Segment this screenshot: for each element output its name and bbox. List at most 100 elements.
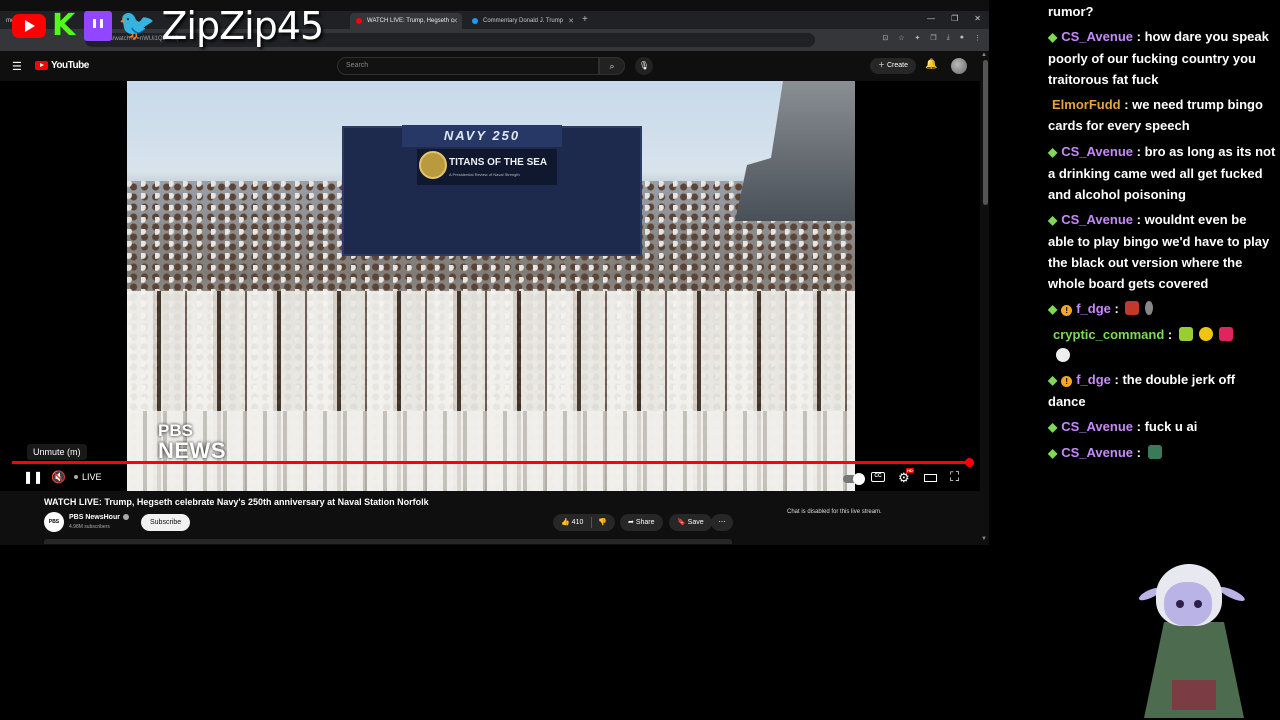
twitch-icon <box>84 11 112 41</box>
thumbs-down-icon[interactable]: 👎 <box>598 514 607 531</box>
streamer-avatar-mascot <box>1137 560 1250 718</box>
profile-icon[interactable]: ● <box>960 34 964 42</box>
emote-icon <box>1218 327 1233 341</box>
maximize-icon[interactable]: ❐ <box>951 14 958 23</box>
chat-username: CS_Avenue <box>1061 419 1134 434</box>
close-tab-icon[interactable]: ✕ <box>452 17 458 25</box>
bookmark-star-icon[interactable]: ☆ <box>898 34 904 42</box>
chat-username: CS_Avenue <box>1061 144 1134 159</box>
twitter-icon: 🐦 <box>118 9 156 42</box>
tab-label: Commentary Donald J. Trump <box>483 18 564 24</box>
more-actions-button[interactable]: ⋯ <box>711 514 733 531</box>
save-button[interactable]: 🔖 Save <box>669 514 712 531</box>
share-icon: ➦ <box>628 519 634 526</box>
subscribe-button[interactable]: Subscribe <box>141 514 191 531</box>
live-dot-icon <box>74 475 78 479</box>
search-input[interactable]: Search <box>337 57 599 75</box>
search-icon: ⌕ <box>609 61 615 71</box>
autoplay-toggle[interactable] <box>843 473 865 485</box>
account-avatar[interactable] <box>951 58 967 74</box>
scroll-up-arrow-icon[interactable]: ▲ <box>981 52 987 58</box>
chat-text: fuck u ai <box>1144 419 1198 434</box>
page-scrollbar-thumb[interactable] <box>983 60 988 205</box>
chat-text: rumor? <box>1048 4 1094 19</box>
browser-toolbar-icons: ⊡ ☆ ✦ ❒ ⤓ ● ⋮ <box>882 34 981 42</box>
coin-badge-icon: ! <box>1061 376 1073 387</box>
close-tab-icon[interactable]: ✕ <box>568 17 574 25</box>
like-button[interactable]: 👍 410 <box>561 519 583 526</box>
muted-volume-icon[interactable]: 🔇 <box>51 470 66 484</box>
chat-message: ◆! f_dge : the double jerk off dance <box>1048 372 1236 409</box>
youtube-logo[interactable]: YouTube <box>35 60 89 71</box>
emote-icon <box>1147 445 1162 459</box>
chat-username: ElmorFudd <box>1052 97 1121 112</box>
extension-icon[interactable]: ✦ <box>915 34 921 42</box>
chat-message: ◆ CS_Avenue : bro as long as its not a dr… <box>1048 144 1276 202</box>
notifications-bell-icon[interactable]: 🔔 <box>925 59 937 70</box>
chat-message: cryptic_command : <box>1048 324 1276 366</box>
video-player[interactable]: NAVY 250 TITANS OF THE SEA A Presidentia… <box>0 81 980 491</box>
pause-icon[interactable]: ❚❚ <box>23 470 43 484</box>
tab-commentary[interactable]: Commentary Donald J. Trump ✕ <box>466 13 578 29</box>
streamer-overlay: K 🐦 ZipZip45 <box>0 4 324 48</box>
chat-username: f_dge <box>1076 372 1111 387</box>
emote-icon <box>1145 301 1154 315</box>
puzzle-icon[interactable]: ❒ <box>930 34 936 42</box>
fullscreen-icon[interactable]: ⛶ <box>950 469 959 485</box>
divider <box>591 517 592 528</box>
close-window-icon[interactable]: ✕ <box>974 14 981 23</box>
create-button[interactable]: ＋ Create <box>870 58 916 74</box>
share-button[interactable]: ➦ Share <box>620 514 663 531</box>
subscriber-count: 4.98M subscribers <box>69 524 110 530</box>
mascot-face <box>1164 582 1212 626</box>
window-controls: — ❐ ✕ <box>927 14 981 23</box>
channel-name: PBS NewsHour <box>69 514 120 521</box>
theater-mode-icon[interactable] <box>924 474 937 482</box>
emote-icon <box>1178 327 1193 341</box>
save-label: Save <box>687 519 704 526</box>
new-tab-button[interactable]: + <box>582 14 588 25</box>
live-label: LIVE <box>82 472 102 482</box>
hamburger-menu-icon[interactable]: ☰ <box>12 60 22 73</box>
unmute-tooltip: Unmute (m) <box>27 444 87 460</box>
browser-window: me WATCH LIVE: Trump, Hegseth c ✕ Commen… <box>0 0 989 545</box>
aircraft-carrier-image <box>735 81 855 221</box>
minimize-icon[interactable]: — <box>927 14 935 23</box>
twitter-favicon-icon <box>472 18 478 24</box>
search-button[interactable]: ⌕ <box>599 57 625 75</box>
channel-name-row[interactable]: PBS NewsHour <box>69 514 129 521</box>
voice-search-button[interactable]: 🎙 <box>635 57 653 75</box>
chat-disabled-notice: Chat is disabled for this live stream. <box>787 509 882 515</box>
emote-icon <box>1125 301 1140 315</box>
channel-avatar[interactable]: PBS NEWS <box>44 512 64 545</box>
gem-badge-icon: ◆ <box>1048 145 1058 159</box>
live-indicator[interactable]: LIVE <box>74 472 102 482</box>
description-box[interactable] <box>44 539 732 544</box>
gem-badge-icon: ◆ <box>1048 302 1058 316</box>
chat-message: ◆! f_dge : <box>1048 298 1276 320</box>
install-icon[interactable]: ⊡ <box>882 34 888 42</box>
chat-message: rumor? <box>1048 1 1276 22</box>
stage-title: TITANS OF THE SEA <box>449 157 548 168</box>
progress-bar[interactable] <box>12 461 970 464</box>
scroll-down-arrow-icon[interactable]: ▼ <box>981 536 987 542</box>
bookmark-icon: 🔖 <box>677 519 686 526</box>
kick-icon: K <box>52 8 76 43</box>
menu-kebab-icon[interactable]: ⋮ <box>974 34 981 42</box>
download-icon[interactable]: ⤓ <box>947 34 950 42</box>
tab-active-video[interactable]: WATCH LIVE: Trump, Hegseth c ✕ <box>350 13 462 29</box>
captions-icon[interactable]: CC <box>871 472 885 482</box>
like-count: 410 <box>571 519 584 526</box>
like-dislike-pill: 👍 410 👎 <box>553 514 615 531</box>
chat-username: f_dge <box>1076 301 1111 316</box>
chat-username: cryptic_command <box>1053 327 1165 342</box>
youtube-brand-text: YouTube <box>51 60 89 71</box>
create-label: Create <box>886 62 908 69</box>
video-frame[interactable]: NAVY 250 TITANS OF THE SEA A Presidentia… <box>127 81 855 491</box>
share-label: Share <box>635 519 655 526</box>
hd-badge-icon: HD <box>906 468 914 473</box>
watermark-line2: NEWS <box>158 438 226 463</box>
gem-badge-icon: ◆ <box>1048 373 1058 387</box>
chat-message: ◆ CS_Avenue : how dare you speak poorly o… <box>1048 29 1269 87</box>
plus-icon: ＋ <box>878 62 885 69</box>
